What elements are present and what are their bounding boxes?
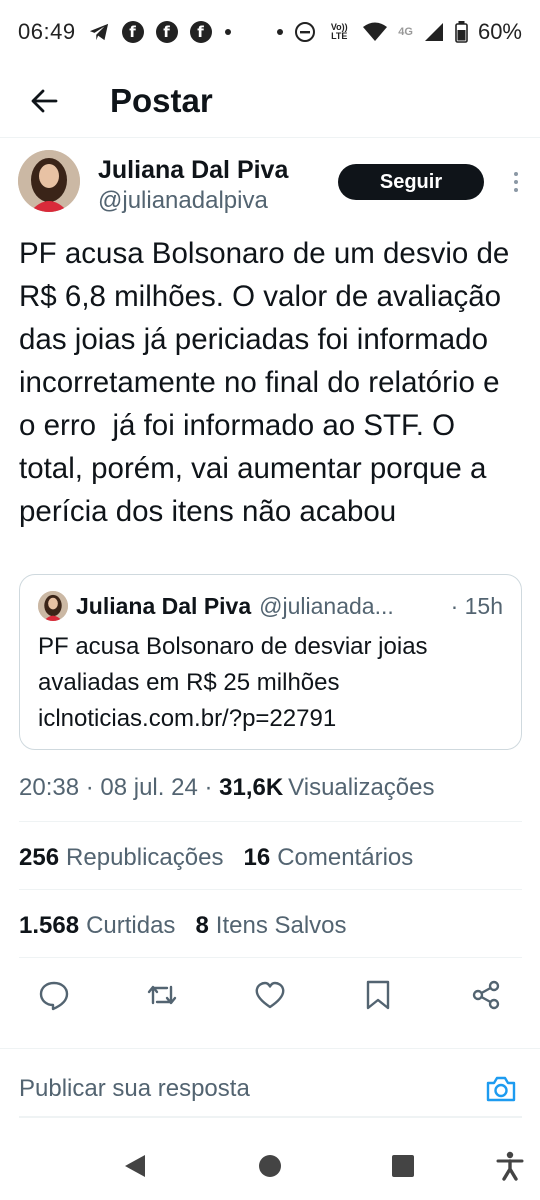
nav-recents-button[interactable] <box>385 1148 421 1184</box>
saves-count: 8 <box>195 912 209 939</box>
author-handle[interactable]: @julianadalpiva <box>98 186 288 216</box>
camera-button[interactable] <box>484 1072 518 1106</box>
heart-icon <box>255 981 285 1009</box>
repost-button[interactable] <box>142 975 182 1015</box>
reply-input[interactable]: Publicar sua resposta <box>19 1075 250 1103</box>
reposts-stat[interactable]: 256 Republicações <box>19 844 223 872</box>
facebook-icon: f <box>189 21 212 43</box>
status-bar: 06:49 f f f Vo)) LTE 4G 60% <box>0 0 540 64</box>
reply-composer[interactable]: Publicar sua resposta <box>0 1058 540 1120</box>
follow-button[interactable]: Seguir <box>338 164 484 200</box>
quote-text: PF acusa Bolsonaro de desviar joias aval… <box>38 633 428 732</box>
bookmark-button[interactable] <box>358 975 398 1015</box>
avatar[interactable] <box>18 150 80 212</box>
share-icon <box>472 980 500 1010</box>
triangle-back-icon <box>125 1155 145 1177</box>
dot-icon <box>276 28 284 36</box>
likes-count: 1.568 <box>19 912 80 939</box>
circle-home-icon <box>259 1155 281 1177</box>
likes-label: Curtidas <box>86 912 176 939</box>
divider <box>19 821 522 822</box>
facebook-icon: f <box>121 21 144 43</box>
dot-icon <box>224 28 232 36</box>
facebook-icon: f <box>155 21 178 43</box>
wifi-icon <box>362 22 388 42</box>
divider <box>19 957 522 958</box>
volte-label: Vo)) LTE <box>330 22 348 41</box>
comments-label: Comentários <box>277 844 414 871</box>
share-button[interactable] <box>466 975 506 1015</box>
system-navigation-bar <box>0 1132 540 1200</box>
post-date: 08 jul. 24 <box>100 774 198 801</box>
status-time: 06:49 <box>18 19 76 44</box>
post-text: PF acusa Bolsonaro de um desvio de R$ 6,… <box>19 237 518 528</box>
saves-stat[interactable]: 8 Itens Salvos <box>195 912 346 940</box>
comments-count: 16 <box>243 844 271 871</box>
stats-row: 1.568 Curtidas 8 Itens Salvos <box>19 906 347 946</box>
camera-icon <box>486 1076 516 1102</box>
quote-author-name: Juliana Dal Piva <box>76 592 252 619</box>
views-label: Visualizações <box>288 774 435 801</box>
battery-icon <box>455 21 468 43</box>
views-count: 31,6K <box>219 774 284 801</box>
top-app-bar: Postar <box>0 64 540 138</box>
author-name[interactable]: Juliana Dal Piva <box>98 154 288 186</box>
reply-button[interactable] <box>34 975 74 1015</box>
signal-icon <box>423 22 445 42</box>
do-not-disturb-icon <box>294 21 316 43</box>
network-type-label: 4G <box>398 26 413 38</box>
more-vertical-icon <box>514 172 518 176</box>
quoted-post[interactable]: Juliana Dal Piva @julianada... · 15h PF … <box>19 574 522 750</box>
quote-timestamp: · 15h <box>450 592 503 619</box>
stats-row: 256 Republicações 16 Comentários <box>19 838 413 878</box>
post-author-row: Juliana Dal Piva @julianadalpiva Seguir <box>18 150 528 224</box>
arrow-left-icon <box>31 89 58 112</box>
square-recents-icon <box>392 1155 414 1177</box>
reply-preview-peek <box>0 1040 540 1058</box>
reposts-label: Republicações <box>66 844 224 871</box>
avatar <box>38 591 68 621</box>
comments-stat[interactable]: 16 Comentários <box>243 844 413 872</box>
telegram-icon <box>88 22 110 42</box>
likes-stat[interactable]: 1.568 Curtidas <box>19 912 175 940</box>
accessibility-button[interactable] <box>492 1148 528 1184</box>
repost-icon <box>147 985 177 1005</box>
page-title: Postar <box>110 81 213 119</box>
back-button[interactable] <box>14 71 74 131</box>
post-time: 20:38 <box>19 774 80 801</box>
nav-home-button[interactable] <box>252 1148 288 1184</box>
bookmark-icon <box>366 980 390 1010</box>
post-meta: 20:38 · 08 jul. 24 · 31,6K Visualizações <box>19 774 435 801</box>
battery-percent: 60% <box>477 19 522 44</box>
more-options-button[interactable] <box>506 166 526 198</box>
like-button[interactable] <box>250 975 290 1015</box>
divider <box>19 889 522 890</box>
accessibility-icon <box>496 1151 524 1181</box>
saves-label: Itens Salvos <box>215 912 347 939</box>
comment-icon <box>39 981 69 1011</box>
quote-author-handle: @julianada... <box>259 592 394 619</box>
post-actions-bar <box>0 965 540 1025</box>
nav-back-button[interactable] <box>117 1148 153 1184</box>
reposts-count: 256 <box>19 844 60 871</box>
